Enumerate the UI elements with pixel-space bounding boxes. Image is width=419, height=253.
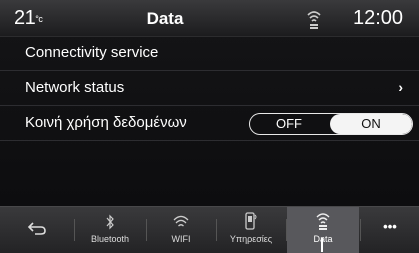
more-icon: •••: [383, 219, 397, 234]
data-sharing-toggle[interactable]: OFF ON: [249, 113, 413, 135]
toggle-off-option[interactable]: OFF: [250, 114, 328, 134]
nav-bluetooth[interactable]: Bluetooth: [75, 207, 145, 253]
chevron-right-icon: ›: [398, 79, 403, 95]
services-icon: [245, 212, 257, 230]
nav-back[interactable]: [0, 207, 74, 253]
nav-more[interactable]: •••: [361, 207, 419, 253]
data-signal-icon: [307, 11, 321, 29]
row-label: Network status: [25, 79, 125, 96]
back-icon: [27, 222, 46, 235]
nav-label: WIFI: [171, 234, 191, 244]
nav-data[interactable]: Data: [287, 207, 359, 253]
row-label: Connectivity service: [25, 44, 159, 61]
wifi-icon: [173, 215, 189, 227]
clock: 12:00: [353, 7, 404, 29]
status-bar: 21°c Data 12:00: [0, 0, 419, 37]
row-network-status[interactable]: Network status ›: [0, 71, 419, 106]
nav-services[interactable]: Υπηρεσίες: [217, 207, 285, 253]
nav-label: Data: [287, 234, 359, 244]
row-label: Κοινή χρήση δεδομένων: [25, 114, 187, 131]
bottom-nav-bar: Bluetooth WIFI Υπηρεσίες •••: [0, 206, 419, 253]
data-icon: [316, 213, 330, 230]
row-connectivity-service[interactable]: Connectivity service: [0, 36, 419, 71]
screen: 21°c Data 12:00 Connectivity service Net…: [0, 0, 419, 253]
toggle-on-option[interactable]: ON: [330, 114, 412, 134]
nav-label: Bluetooth: [90, 234, 130, 244]
row-data-sharing: Κοινή χρήση δεδομένων OFF ON: [0, 106, 419, 141]
page-title: Data: [146, 9, 184, 28]
nav-wifi[interactable]: WIFI: [147, 207, 215, 253]
nav-label: Υπηρεσίες: [229, 234, 273, 244]
empty-area: [0, 141, 419, 203]
bluetooth-icon: [106, 214, 114, 230]
active-tab-marker: [321, 238, 323, 252]
